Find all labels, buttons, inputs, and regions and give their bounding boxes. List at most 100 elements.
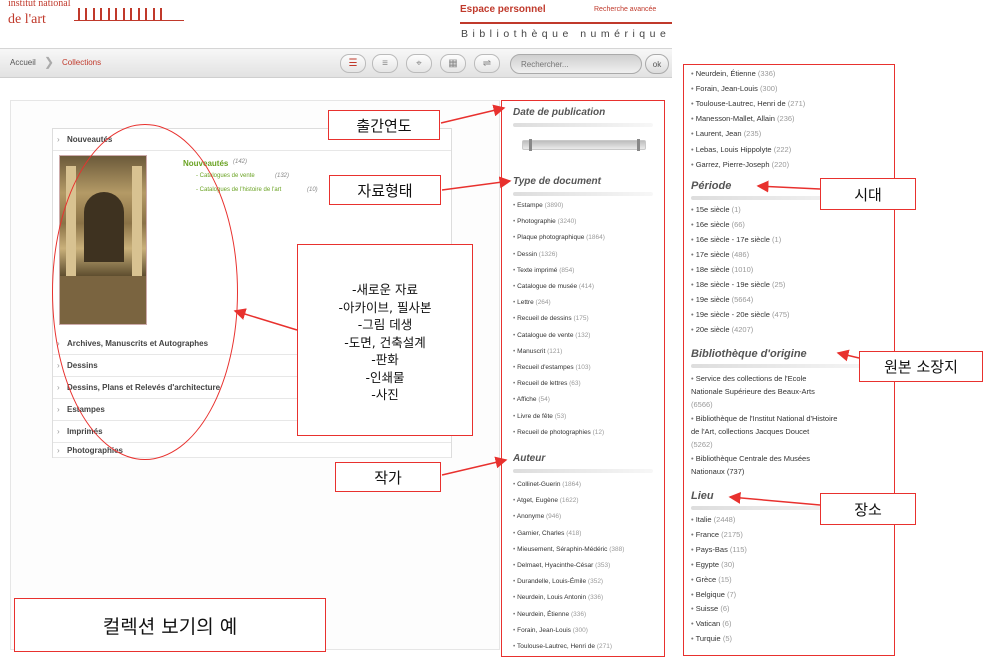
facet-item[interactable]: • Plaque photographique (1864): [513, 234, 605, 241]
facet-item[interactable]: • Garrez, Pierre-Joseph (220): [691, 160, 789, 169]
list-view-button[interactable]: ≡: [372, 54, 398, 73]
facet-item[interactable]: • Atget, Eugène (1622): [513, 497, 579, 504]
facet-item[interactable]: • Photographie (3240): [513, 218, 576, 225]
facet-item[interactable]: • Toulouse-Lautrec, Henri de (271): [513, 643, 612, 650]
facet-item[interactable]: • Estampe (3890): [513, 202, 563, 209]
tree-view-icon: ☰: [348, 58, 358, 69]
search-ok-button[interactable]: ok: [645, 54, 669, 74]
search-input[interactable]: [510, 54, 642, 74]
facet-item[interactable]: • Collinet-Guerin (1864): [513, 481, 581, 488]
facet-item[interactable]: • 15e siècle (1): [691, 205, 741, 214]
facet-item-label: Estampe: [517, 202, 543, 209]
facet-item[interactable]: • Egypte (30): [691, 560, 735, 569]
facet-item[interactable]: • Service des collections de l'Ecole Nat…: [691, 372, 815, 411]
facet-item[interactable]: • Turquie (5): [691, 634, 732, 643]
facet-item[interactable]: • Delmaet, Hyacinthe-César (353): [513, 562, 610, 569]
facet-item[interactable]: • Texte imprimé (854): [513, 267, 574, 274]
facet-item-label: Recueil de dessins: [517, 315, 572, 323]
facet-item[interactable]: • Mieusement, Séraphin-Médéric (388): [513, 546, 624, 553]
facet-item[interactable]: • Recueil de dessins (175): [513, 315, 589, 322]
espace-personnel-link[interactable]: Espace personnel: [460, 4, 546, 15]
facet-item-label: Forain, Jean-Louis: [695, 84, 758, 94]
slider-handle-end[interactable]: [637, 139, 640, 151]
facet-item[interactable]: • Toulouse-Lautrec, Henri de (271): [691, 99, 805, 108]
facet-item-label: Nationaux (737): [691, 467, 745, 476]
facet-item[interactable]: • Recueil d'estampes (103): [513, 364, 591, 371]
facet-item[interactable]: • Livre de fête (53): [513, 413, 566, 420]
facet-item-label: Toulouse-Lautrec, Henri de: [695, 99, 786, 109]
facet-item[interactable]: • Pays-Bas (115): [691, 545, 747, 554]
site-title: Bibliothèque numérique: [461, 28, 671, 40]
facet-item[interactable]: • 17e siècle (486): [691, 250, 749, 259]
facet-item[interactable]: • 16e siècle (66): [691, 220, 745, 229]
facet-item[interactable]: • Catalogue de musée (414): [513, 283, 594, 290]
logo-mark-icon: [74, 5, 184, 21]
timeline-view-button[interactable]: ⇌: [474, 54, 500, 73]
facet-divider: [513, 469, 653, 473]
facet-item[interactable]: • Garnier, Charles (418): [513, 530, 581, 537]
facet-item-count: (2175): [721, 529, 743, 539]
facet-item[interactable]: • Grèce (15): [691, 575, 732, 584]
facet-item[interactable]: • Manesson-Mallet, Allain (236): [691, 114, 795, 123]
facet-title-auteur: Auteur: [513, 453, 546, 464]
facet-item[interactable]: • Lebas, Louis Hippolyte (222): [691, 145, 791, 154]
facet-item[interactable]: • Belgique (7): [691, 590, 736, 599]
facet-item-count: (3240): [557, 218, 577, 226]
facet-item[interactable]: • Laurent, Jean (235): [691, 129, 761, 138]
facet-item[interactable]: • Neurdein, Étienne (336): [691, 69, 775, 78]
facet-item[interactable]: • Lettre (264): [513, 299, 551, 306]
facet-item-count: (5664): [731, 295, 754, 304]
facet-title-type: Type de document: [513, 176, 601, 187]
facet-item[interactable]: • Anonyme (946): [513, 513, 561, 520]
site-logo[interactable]: institut national de l'art: [8, 0, 198, 29]
facet-item[interactable]: • 20e siècle (4207): [691, 325, 753, 334]
facet-item[interactable]: • 19e siècle - 20e siècle (475): [691, 310, 790, 319]
facet-item-count: (271): [596, 643, 613, 650]
annotation-example-caption: 컬렉션 보기의 예: [14, 598, 326, 652]
facet-item[interactable]: • Catalogue de vente (132): [513, 332, 590, 339]
recherche-avancee-link[interactable]: Recherche avancée: [594, 6, 656, 13]
facet-item[interactable]: • Italie (2448): [691, 515, 735, 524]
facet-item[interactable]: • 16e siècle - 17e siècle (1): [691, 235, 781, 244]
facet-item-count: (4207): [731, 325, 754, 334]
facet-item[interactable]: • Recueil de photographies (12): [513, 429, 604, 436]
facet-item[interactable]: • 19e siècle (5664): [691, 295, 753, 304]
facet-item[interactable]: • France (2175): [691, 530, 743, 539]
facet-item[interactable]: • Forain, Jean-Louis (300): [691, 84, 777, 93]
date-range-slider[interactable]: [522, 139, 646, 151]
grid-view-button[interactable]: ▦: [440, 54, 466, 73]
tree-view-button[interactable]: ☰: [340, 54, 366, 73]
facet-item-label: Livre de fête: [517, 412, 553, 420]
facet-item-count: (1010): [731, 265, 754, 274]
toolbar: Accueil ❯ Collections ☰ ≡ ⌖ ▦ ⇌ ok: [0, 48, 672, 78]
facet-item-count: (336): [570, 610, 587, 618]
breadcrumb-home[interactable]: Accueil: [10, 58, 36, 67]
facet-item[interactable]: • Neurdein, Louis Antonin (336): [513, 594, 603, 601]
slider-handle-start[interactable]: [529, 139, 532, 151]
map-pin-button[interactable]: ⌖: [406, 54, 432, 73]
facet-item-count: (1): [772, 235, 782, 244]
facet-item[interactable]: • Neurdein, Étienne (336): [513, 611, 586, 618]
facet-item[interactable]: • Manuscrit (121): [513, 348, 562, 355]
annotation-origin: 원본 소장지: [859, 351, 983, 382]
facet-item[interactable]: • Bibliothèque de l'Institut National d'…: [691, 412, 837, 451]
facet-item-count: (15): [718, 574, 732, 584]
facet-item[interactable]: • Forain, Jean-Louis (300): [513, 627, 588, 634]
facet-item[interactable]: • Bibliothèque Centrale des Musées Natio…: [691, 452, 810, 478]
facet-item[interactable]: • Recueil de lettres (63): [513, 380, 581, 387]
facet-item[interactable]: • Affiche (54): [513, 396, 550, 403]
facet-item[interactable]: • 18e siècle - 19e siècle (25): [691, 280, 785, 289]
facet-item-label: Collinet-Guerin: [517, 481, 561, 488]
facet-item[interactable]: • 18e siècle (1010): [691, 265, 753, 274]
facet-item[interactable]: • Suisse (6): [691, 604, 730, 613]
facet-item-label: Neurdein, Louis Antonin: [517, 594, 587, 602]
facet-item-count: (414): [578, 283, 595, 290]
facet-item[interactable]: • Vatican (6): [691, 619, 731, 628]
facet-item-count: (7): [727, 589, 737, 599]
annotation-author: 작가: [335, 462, 441, 492]
facet-item-label: France: [695, 529, 720, 539]
facet-item[interactable]: • Durandelle, Louis-Émile (352): [513, 578, 603, 585]
facet-item[interactable]: • Dessin (1326): [513, 251, 558, 258]
facet-item-label: Nationale Supérieure des Beaux-Arts: [691, 387, 815, 396]
facet-item-label: Plaque photographique: [517, 234, 585, 242]
